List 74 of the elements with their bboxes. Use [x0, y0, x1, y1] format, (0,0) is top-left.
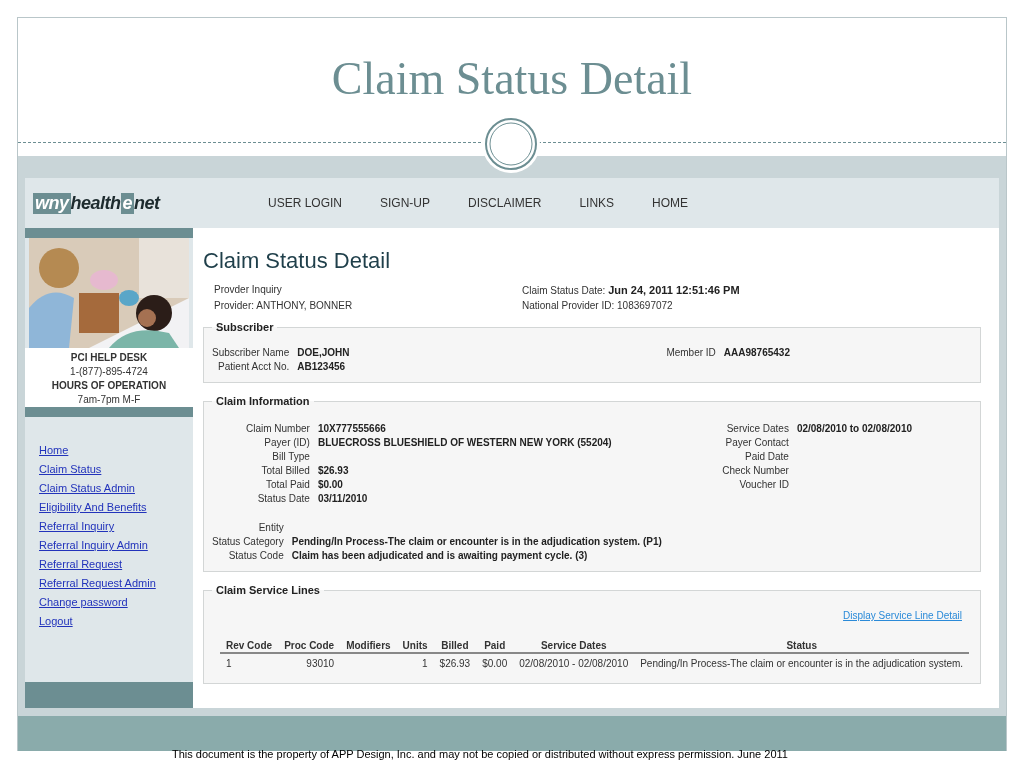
field-value: 03/11/2010 — [317, 493, 369, 504]
help-desk-text: 1-(877)-895-4724 — [70, 366, 148, 377]
field-value: BLUECROSS BLUESHIELD OF WESTERN NEW YORK (55204) — [317, 437, 612, 448]
field-label: Payer Contact — [724, 437, 789, 448]
header-text: National Provider ID: 1083697072 — [522, 300, 674, 311]
field-label: Entity — [257, 522, 284, 533]
help-desk-heading: HOURS OF OPERATION — [51, 380, 167, 391]
field-label: Status Code — [227, 550, 284, 561]
slide-title: Claim Status Detail — [331, 52, 693, 105]
nav-link[interactable]: LINKS — [579, 196, 615, 210]
column-header: Rev Code — [220, 639, 279, 653]
column-header: Paid — [476, 639, 514, 653]
field-label: Bill Type — [271, 451, 310, 462]
table-cell: 1 — [226, 658, 232, 669]
field-label: Paid Date — [744, 451, 789, 462]
field-value: 02/08/2010 to 02/08/2010 — [796, 423, 912, 434]
column-header: Units — [396, 639, 434, 653]
field-value: AAA98765432 — [723, 347, 790, 358]
help-desk-heading: PCI HELP DESK — [70, 352, 148, 363]
field-label: Status Category — [212, 536, 284, 547]
sidebar-link[interactable]: Eligibility And Benefits — [39, 501, 147, 513]
field-label: Voucher ID — [738, 479, 789, 490]
field-label: Subscriber Name — [212, 347, 290, 358]
table-cell: 02/08/2010 - 02/08/2010 — [519, 658, 629, 669]
field-value: Pending/In Process-The claim or encounter is in the adjudication system. (P1) — [291, 536, 662, 547]
footer-note: This document is the property of APP Design, Inc. and may not be copied or distributed without express permission. June 2011 — [172, 748, 788, 760]
sidebar-link[interactable]: Referral Request Admin — [39, 577, 156, 589]
sidebar-link[interactable]: Change password — [39, 596, 128, 608]
field-label: Patient Acct No. — [217, 361, 290, 372]
panel-legend: Claim Information — [212, 395, 314, 407]
nav-link[interactable]: USER LOGIN — [268, 196, 342, 210]
table-cell: 1 — [422, 658, 428, 669]
detail-link[interactable]: Display Service Line Detail — [843, 610, 962, 621]
column-header: Billed — [433, 639, 477, 653]
column-header: Proc Code — [278, 639, 341, 653]
field-label: Member ID — [666, 347, 716, 358]
sidebar-link[interactable]: Referral Inquiry Admin — [39, 539, 148, 551]
field-label: Total Billed — [260, 465, 310, 476]
field-value: DOE,JOHN — [297, 347, 350, 358]
sidebar-link[interactable]: Claim Status Admin — [39, 482, 135, 494]
table-cell: Pending/In Process-The claim or encounter is in the adjudication system. — [640, 658, 964, 669]
nav-link[interactable]: HOME — [652, 196, 689, 210]
field-value: 10X777555666 — [317, 423, 387, 434]
panel-legend: Claim Service Lines — [212, 584, 324, 596]
panel-legend: Subscriber — [212, 321, 278, 333]
column-header: Modifiers — [340, 639, 397, 653]
field-label: Total Paid — [265, 479, 310, 490]
sidebar-link[interactable]: Referral Request — [39, 558, 123, 570]
column-header: Status — [634, 639, 970, 653]
sidebar-link[interactable]: Logout — [39, 615, 73, 627]
sidebar-link[interactable]: Home — [39, 444, 69, 456]
field-value: $0.00 — [317, 479, 344, 490]
field-label: Service Dates — [725, 423, 789, 434]
column-header: Service Dates — [513, 639, 635, 653]
field-value: AB123456 — [297, 361, 347, 372]
help-desk-text: 7am-7pm M-F — [77, 394, 141, 405]
field-label: Status Date — [256, 493, 310, 504]
sidebar-link[interactable]: Claim Status — [39, 463, 102, 475]
field-value: $26.93 — [317, 465, 350, 476]
site-logo[interactable]: wnyhealthenet — [25, 192, 193, 214]
field-label: Payer (ID) — [263, 437, 310, 448]
nav-link[interactable]: SIGN-UP — [380, 196, 431, 210]
nav-link[interactable]: DISCLAIMER — [468, 196, 542, 210]
field-label: Check Number — [722, 465, 789, 476]
field-label: Claim Number — [246, 423, 310, 434]
header-text: Provider: ANTHONY, BONNER — [214, 300, 354, 311]
field-value: Claim has been adjudicated and is awaiting payment cycle. (3) — [291, 550, 589, 561]
table-cell: $26.93 — [439, 658, 471, 669]
sidebar-link[interactable]: Referral Inquiry — [39, 520, 115, 532]
header-text: Provder Inquiry — [214, 284, 283, 296]
table-cell: $0.00 — [482, 658, 508, 669]
header-text: Claim Status Date: Jun 24, 2011 12:51:46 PM — [522, 284, 741, 296]
table-cell: 93010 — [306, 658, 335, 669]
page-title: Claim Status Detail — [203, 248, 392, 274]
